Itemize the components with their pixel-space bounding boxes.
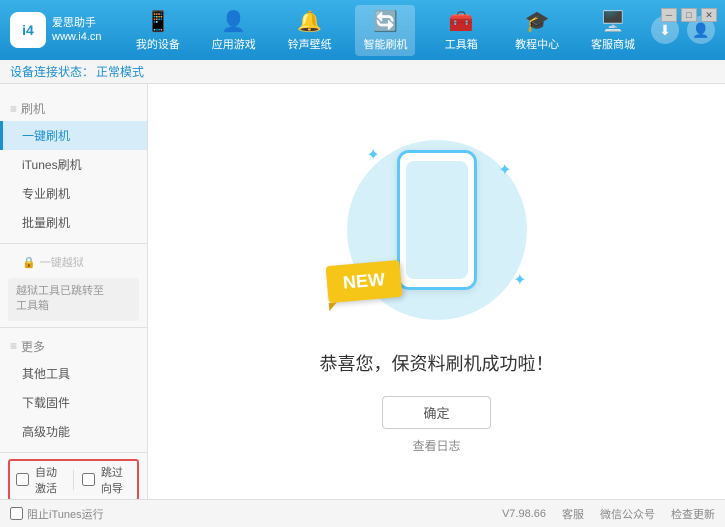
app-logo: i4 爱思助手 www.i4.cn bbox=[10, 12, 120, 48]
apps-icon: 👤 bbox=[221, 9, 246, 34]
sidebar-disabled-label: 一键越狱 bbox=[40, 254, 84, 270]
store-icon: 🖥️ bbox=[601, 9, 626, 34]
logo-icon: i4 bbox=[10, 12, 46, 48]
sparkle-icon-3: ✦ bbox=[513, 270, 526, 290]
maximize-button[interactable]: □ bbox=[681, 8, 697, 22]
phone-body bbox=[397, 150, 477, 290]
more-group-icon: ≡ bbox=[10, 339, 17, 353]
nav-tabs: 📱 我的设备 👤 应用游戏 🔔 铃声壁纸 🔄 智能刷机 🧰 工具箱 🎓 教程中心… bbox=[120, 5, 651, 56]
sidebar-item-pro-label: 专业刷机 bbox=[22, 187, 70, 201]
confirm-button[interactable]: 确定 bbox=[382, 396, 490, 429]
close-button[interactable]: ✕ bbox=[701, 8, 717, 22]
sidebar-item-batch[interactable]: 批量刷机 bbox=[0, 208, 147, 237]
sidebar-item-itunes-label: iTunes刷机 bbox=[22, 158, 82, 172]
footer: 阻止iTunes运行 V7.98.66 客服 微信公众号 检查更新 bbox=[0, 499, 725, 527]
block-itunes-checkbox[interactable] bbox=[10, 507, 23, 520]
sidebar-divider1 bbox=[0, 243, 147, 244]
nav-tab-device[interactable]: 📱 我的设备 bbox=[128, 5, 188, 56]
tutorial-icon: 🎓 bbox=[525, 9, 550, 34]
sidebar-item-onekey-label: 一键刷机 bbox=[22, 129, 70, 143]
device-icon: 📱 bbox=[145, 9, 170, 34]
ringtone-icon: 🔔 bbox=[297, 9, 322, 34]
nav-tab-ringtone[interactable]: 🔔 铃声壁纸 bbox=[280, 5, 340, 56]
sidebar-item-itunes[interactable]: iTunes刷机 bbox=[0, 150, 147, 179]
phone-illustration: ✦ ✦ ✦ NEW bbox=[337, 130, 537, 330]
nav-tab-store[interactable]: 🖥️ 客服商城 bbox=[583, 5, 643, 56]
block-itunes-label: 阻止iTunes运行 bbox=[27, 506, 104, 522]
log-link[interactable]: 查看日志 bbox=[412, 437, 460, 454]
sidebar-item-download-firmware-label: 下载固件 bbox=[22, 396, 70, 410]
device-options-row: 自动激活 跳过向导 bbox=[8, 459, 139, 499]
nav-tab-device-label: 我的设备 bbox=[136, 36, 180, 52]
sidebar-item-batch-label: 批量刷机 bbox=[22, 216, 70, 230]
sidebar-notice: 越狱工具已跳转至工具箱 bbox=[8, 278, 139, 321]
footer-left: 阻止iTunes运行 bbox=[10, 506, 502, 522]
auto-activate-label: 自动激活 bbox=[35, 464, 65, 496]
sidebar-item-pro[interactable]: 专业刷机 bbox=[0, 179, 147, 208]
logo-abbr: i4 bbox=[22, 22, 34, 38]
minimize-button[interactable]: ─ bbox=[661, 8, 677, 22]
logo-line1: 爱思助手 bbox=[52, 16, 102, 30]
main-layout: ≡ 刷机 一键刷机 iTunes刷机 专业刷机 批量刷机 🔒 一键越狱 越狱工具… bbox=[0, 84, 725, 499]
footer-right: V7.98.66 客服 微信公众号 检查更新 bbox=[502, 506, 715, 522]
sidebar-group-flash: ≡ 刷机 bbox=[0, 96, 147, 121]
skip-guide-label: 跳过向导 bbox=[101, 464, 131, 496]
customer-service-link[interactable]: 客服 bbox=[562, 506, 584, 522]
nav-tab-tools-label: 工具箱 bbox=[445, 36, 478, 52]
check-update-link[interactable]: 检查更新 bbox=[671, 506, 715, 522]
auto-activate-checkbox[interactable] bbox=[16, 473, 29, 486]
phone-screen bbox=[406, 161, 468, 279]
sidebar-item-download-firmware[interactable]: 下载固件 bbox=[0, 388, 147, 417]
nav-tab-tools[interactable]: 🧰 工具箱 bbox=[431, 5, 491, 56]
wechat-official-link[interactable]: 微信公众号 bbox=[600, 506, 655, 522]
nav-tab-flash[interactable]: 🔄 智能刷机 bbox=[355, 5, 415, 56]
sidebar-group2-label: 更多 bbox=[21, 338, 45, 355]
sidebar-disabled-jailbreak: 🔒 一键越狱 bbox=[0, 250, 147, 274]
logo-text: 爱思助手 www.i4.cn bbox=[52, 16, 102, 45]
sidebar-item-advanced-label: 高级功能 bbox=[22, 425, 70, 439]
flash-icon: 🔄 bbox=[373, 9, 398, 34]
nav-tab-ringtone-label: 铃声壁纸 bbox=[288, 36, 332, 52]
sparkle-icon-2: ✦ bbox=[498, 160, 511, 180]
sidebar-divider3 bbox=[0, 452, 147, 453]
main-content: ✦ ✦ ✦ NEW 恭喜您，保资料刷机成功啦！ 确定 查看日志 bbox=[148, 84, 725, 499]
device-sep bbox=[73, 470, 74, 490]
nav-tab-apps[interactable]: 👤 应用游戏 bbox=[204, 5, 264, 56]
breadcrumb: 设备连接状态： 正常模式 bbox=[0, 60, 725, 84]
nav-tab-store-label: 客服商城 bbox=[591, 36, 635, 52]
sidebar-divider2 bbox=[0, 327, 147, 328]
new-ribbon: NEW bbox=[325, 259, 402, 302]
flash-group-icon: ≡ bbox=[10, 102, 17, 116]
sidebar-group1-label: 刷机 bbox=[21, 100, 45, 117]
sidebar-item-advanced[interactable]: 高级功能 bbox=[0, 417, 147, 446]
nav-tab-tutorial[interactable]: 🎓 教程中心 bbox=[507, 5, 567, 56]
sidebar-group-more: ≡ 更多 bbox=[0, 334, 147, 359]
nav-tab-apps-label: 应用游戏 bbox=[212, 36, 256, 52]
ribbon-text: NEW bbox=[342, 269, 386, 293]
version-text: V7.98.66 bbox=[502, 508, 546, 520]
sidebar-item-other-tools-label: 其他工具 bbox=[22, 367, 70, 381]
header: i4 爱思助手 www.i4.cn 📱 我的设备 👤 应用游戏 🔔 铃声壁纸 🔄… bbox=[0, 0, 725, 60]
success-message: 恭喜您，保资料刷机成功啦！ bbox=[320, 350, 554, 376]
nav-tab-tutorial-label: 教程中心 bbox=[515, 36, 559, 52]
sidebar-item-onekey[interactable]: 一键刷机 bbox=[0, 121, 147, 150]
sparkle-icon-1: ✦ bbox=[367, 145, 380, 165]
breadcrumb-prefix: 设备连接状态： bbox=[10, 63, 94, 80]
sidebar-item-other-tools[interactable]: 其他工具 bbox=[0, 359, 147, 388]
nav-tab-flash-label: 智能刷机 bbox=[363, 36, 407, 52]
breadcrumb-status: 正常模式 bbox=[96, 63, 144, 80]
tools-icon: 🧰 bbox=[449, 9, 474, 34]
logo-line2: www.i4.cn bbox=[52, 30, 102, 44]
sidebar: ≡ 刷机 一键刷机 iTunes刷机 专业刷机 批量刷机 🔒 一键越狱 越狱工具… bbox=[0, 84, 148, 499]
skip-guide-checkbox[interactable] bbox=[82, 473, 95, 486]
